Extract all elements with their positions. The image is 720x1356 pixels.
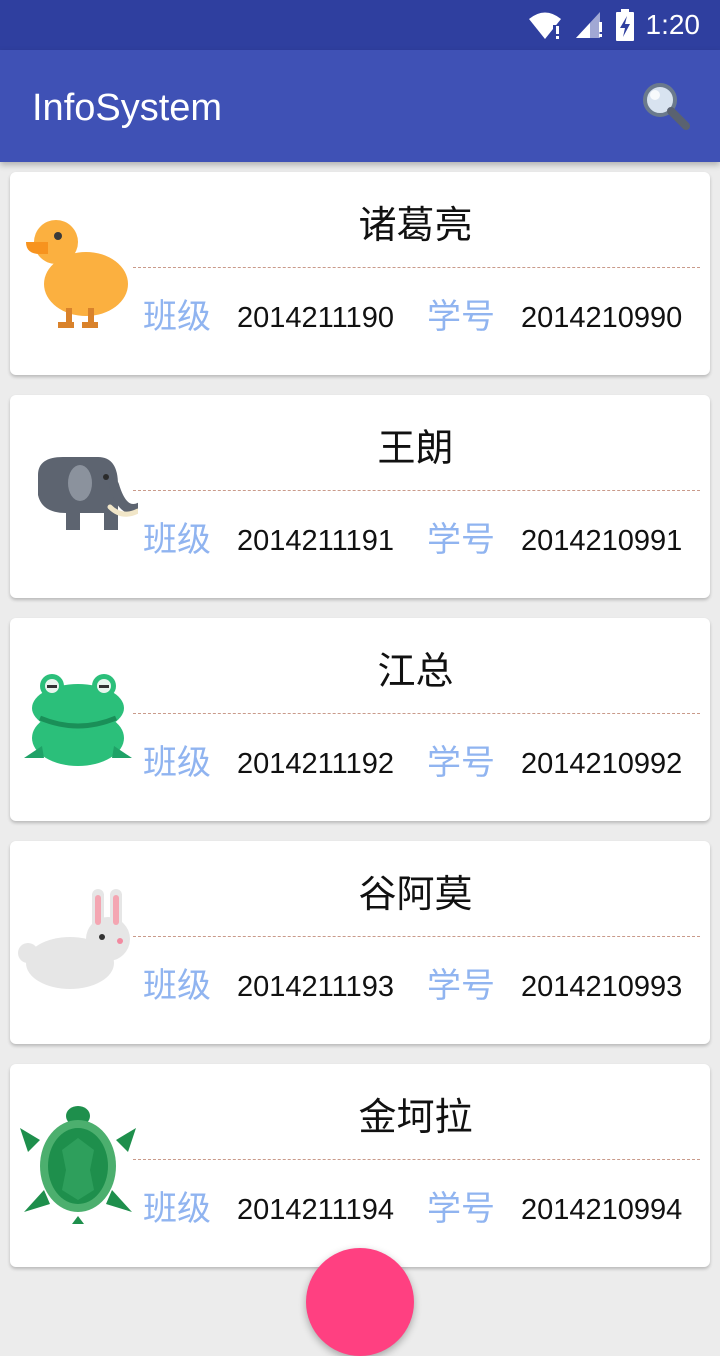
status-icons: 1:20 [528,8,701,42]
student-card[interactable]: 诸葛亮 班级 2014211190 学号 2014210990 [10,172,710,375]
duck-icon [26,220,128,328]
signal-icon [575,12,602,38]
student-card[interactable]: 江总 班级 2014211192 学号 2014210992 [10,618,710,821]
class-label: 班级 [143,520,211,560]
class-value: 2014211190 [237,302,394,334]
elephant-icon [38,457,138,530]
student-card[interactable]: 金坷拉 班级 2014211194 学号 2014210994 [10,1064,710,1267]
student-name: 诸葛亮 [358,203,473,247]
rabbit-icon [18,889,130,989]
class-label: 班级 [143,966,211,1006]
divider [133,936,700,937]
student-id-value: 2014210991 [521,525,683,557]
student-name: 王朗 [377,426,454,470]
student-id-label: 学号 [427,966,495,1006]
frog-icon [24,674,132,766]
student-id-label: 学号 [427,520,495,560]
battery-charging-icon [615,9,634,41]
divider [133,1159,700,1160]
class-value: 2014211194 [237,1194,394,1226]
student-card[interactable]: 王朗 班级 2014211191 学号 2014210991 [10,395,710,598]
divider [133,490,700,491]
student-name: 金坷拉 [358,1095,473,1139]
floating-action-button[interactable] [306,1248,414,1356]
search-icon[interactable] [640,80,692,132]
student-id-label: 学号 [427,743,495,783]
app-title: InfoSystem [32,87,223,129]
class-label: 班级 [143,1189,211,1229]
student-id-value: 2014210990 [521,302,683,334]
student-id-label: 学号 [427,297,495,337]
status-bar: 1:20 [0,0,720,50]
student-name: 谷阿莫 [358,872,473,916]
divider [133,713,700,714]
class-value: 2014211191 [237,525,394,557]
status-time: 1:20 [645,9,701,40]
student-id-value: 2014210993 [521,971,683,1003]
wifi-icon [528,12,561,39]
class-label: 班级 [143,297,211,337]
app-bar: InfoSystem [0,50,720,162]
student-list: 诸葛亮 班级 2014211190 学号 2014210990 王朗 班级 20… [10,172,710,1287]
student-name: 江总 [377,649,454,693]
turtle-icon [20,1106,136,1224]
student-id-value: 2014210992 [521,748,683,780]
student-id-value: 2014210994 [521,1194,683,1226]
class-value: 2014211193 [237,971,394,1003]
divider [133,267,700,268]
class-value: 2014211192 [237,748,394,780]
class-label: 班级 [143,743,211,783]
student-card[interactable]: 谷阿莫 班级 2014211193 学号 2014210993 [10,841,710,1044]
student-id-label: 学号 [427,1189,495,1229]
